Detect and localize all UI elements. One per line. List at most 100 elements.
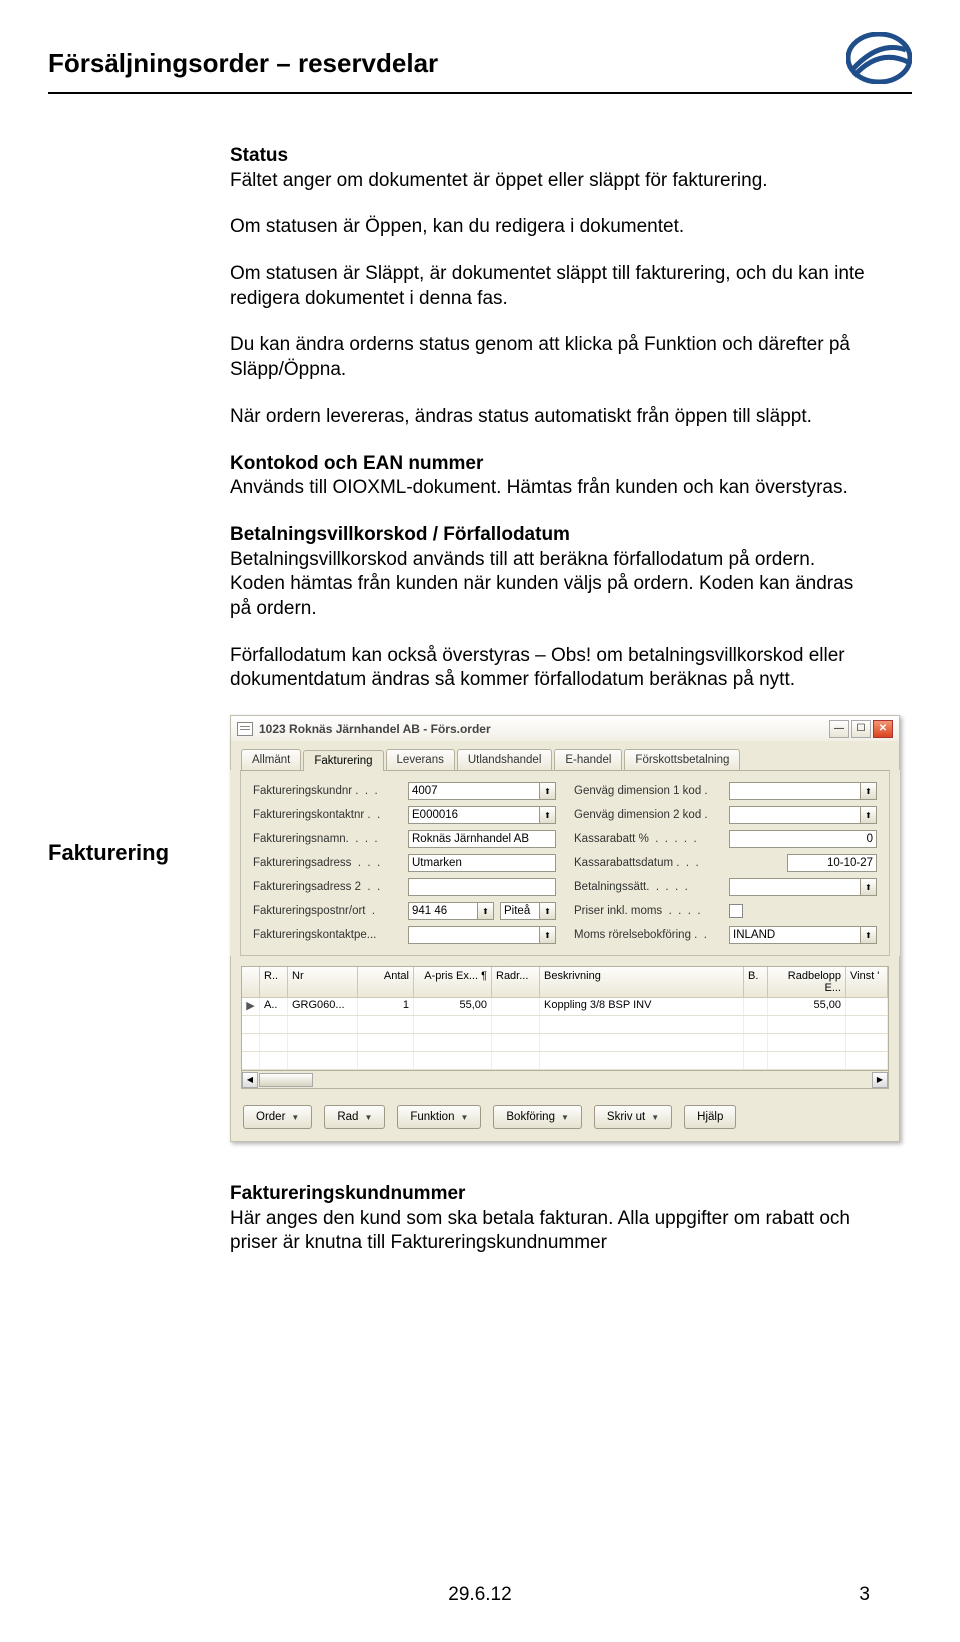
input-dim2[interactable] [729, 806, 861, 824]
lookup-icon[interactable]: ⬆ [861, 926, 877, 944]
tab-ehandel[interactable]: E-handel [554, 749, 622, 770]
chevron-down-icon: ▼ [291, 1113, 299, 1122]
chevron-down-icon: ▼ [460, 1113, 468, 1122]
col-nr[interactable]: Nr [288, 967, 358, 997]
chevron-down-icon: ▼ [364, 1113, 372, 1122]
funktion-button[interactable]: Funktion▼ [397, 1105, 481, 1129]
tab-utlandshandel[interactable]: Utlandshandel [457, 749, 553, 770]
input-faktureringskontaktpe[interactable] [408, 926, 540, 944]
heading-kontokod: Kontokod och EAN nummer [230, 453, 483, 474]
scroll-left-button[interactable]: ◀ [242, 1072, 258, 1088]
input-faktureringskontaktnr[interactable]: E000016 [408, 806, 540, 824]
col-beskrivning[interactable]: Beskrivning [540, 967, 744, 997]
chevron-down-icon: ▼ [651, 1113, 659, 1122]
close-button[interactable]: ✕ [873, 720, 893, 738]
body-text: Du kan ändra orderns status genom att kl… [230, 333, 870, 382]
input-postnr[interactable]: 941 46 [408, 902, 478, 920]
label-faktureringskontaktnr: Faktureringskontaktnr . . [253, 809, 408, 821]
lookup-icon[interactable]: ⬆ [540, 806, 556, 824]
label-dim1: Genväg dimension 1 kod . [574, 785, 729, 797]
page-title: Försäljningsorder – reservdelar [48, 48, 438, 79]
lookup-icon[interactable]: ⬆ [861, 878, 877, 896]
minimize-button[interactable]: ― [829, 720, 849, 738]
col-radbelopp[interactable]: Radbelopp E... [768, 967, 846, 997]
table-row[interactable] [242, 1034, 888, 1052]
cell[interactable] [846, 998, 888, 1015]
chevron-down-icon: ▼ [561, 1113, 569, 1122]
col-vinst[interactable]: Vinst ' [846, 967, 888, 997]
label-faktureringskontaktpe: Faktureringskontaktpe... [253, 929, 408, 941]
cell[interactable] [492, 998, 540, 1015]
lookup-icon[interactable]: ⬆ [540, 782, 556, 800]
skrivut-button[interactable]: Skriv ut▼ [594, 1105, 672, 1129]
body-text: Om statusen är Släppt, är dokumentet slä… [230, 262, 870, 311]
scroll-thumb[interactable] [259, 1073, 313, 1087]
label-dim2: Genväg dimension 2 kod . [574, 809, 729, 821]
cell[interactable]: 1 [358, 998, 414, 1015]
tab-leverans[interactable]: Leverans [386, 749, 455, 770]
body-text: När ordern levereras, ändras status auto… [230, 405, 870, 430]
col-radr[interactable]: Radr... [492, 967, 540, 997]
window-title: 1023 Roknäs Järnhandel AB - Förs.order [259, 722, 491, 736]
label-momsrorelse: Moms rörelsebokföring . . [574, 929, 729, 941]
body-text: Om statusen är Öppen, kan du redigera i … [230, 215, 870, 240]
tab-forskottsbetalning[interactable]: Förskottsbetalning [624, 749, 740, 770]
input-kassarabattsdatum[interactable]: 10-10-27 [787, 854, 877, 872]
lookup-icon[interactable]: ⬆ [478, 902, 494, 920]
body-text: Här anges den kund som ska betala faktur… [230, 1208, 850, 1254]
company-logo-icon [846, 32, 912, 84]
label-kassarabattsdatum: Kassarabattsdatum . . . [574, 857, 729, 869]
body-text: Används till OIOXML-dokument. Hämtas frå… [230, 477, 848, 498]
window-icon [237, 722, 253, 736]
maximize-button[interactable]: ☐ [851, 720, 871, 738]
cell[interactable] [744, 998, 768, 1015]
heading-betalningsvillkor: Betalningsvillkorskod / Förfallodatum [230, 524, 570, 545]
input-faktureringsadress2[interactable] [408, 878, 556, 896]
checkbox-prisermoms[interactable] [729, 904, 743, 918]
input-faktureringsnamn[interactable]: Roknäs Järnhandel AB [408, 830, 556, 848]
input-faktureringsadress[interactable]: Utmarken [408, 854, 556, 872]
input-kassarabatt[interactable]: 0 [729, 830, 877, 848]
order-button[interactable]: Order▼ [243, 1105, 312, 1129]
lookup-icon[interactable]: ⬆ [861, 806, 877, 824]
heading-status: Status [230, 145, 288, 166]
table-row[interactable]: ▶ A.. GRG060... 1 55,00 Koppling 3/8 BSP… [242, 998, 888, 1016]
heading-faktureringskundnummer: Faktureringskundnummer [230, 1183, 465, 1204]
label-kassarabatt: Kassarabatt % . . . . . [574, 833, 729, 845]
label-faktureringsadress2: Faktureringsadress 2 . . [253, 881, 408, 893]
col-r[interactable]: R.. [260, 967, 288, 997]
cell[interactable]: GRG060... [288, 998, 358, 1015]
rad-button[interactable]: Rad▼ [324, 1105, 385, 1129]
page-number: 3 [859, 1584, 870, 1606]
col-antal[interactable]: Antal [358, 967, 414, 997]
lookup-icon[interactable]: ⬆ [540, 902, 556, 920]
order-lines-grid: R.. Nr Antal A-pris Ex... ¶ Radr... Besk… [241, 966, 889, 1071]
col-selector[interactable] [242, 967, 260, 997]
body-text: Betalningsvillkorskod används till att b… [230, 549, 853, 619]
cell[interactable]: Koppling 3/8 BSP INV [540, 998, 744, 1015]
tab-fakturering[interactable]: Fakturering [303, 750, 383, 771]
app-window: 1023 Roknäs Järnhandel AB - Förs.order ―… [230, 715, 900, 1142]
input-dim1[interactable] [729, 782, 861, 800]
col-b[interactable]: B. [744, 967, 768, 997]
cell[interactable]: A.. [260, 998, 288, 1015]
label-prisermoms: Priser inkl. moms . . . . [574, 905, 729, 917]
input-betalningssatt[interactable] [729, 878, 861, 896]
scroll-right-button[interactable]: ▶ [872, 1072, 888, 1088]
input-ort[interactable]: Piteå [500, 902, 540, 920]
bokforing-button[interactable]: Bokföring▼ [493, 1105, 582, 1129]
lookup-icon[interactable]: ⬆ [861, 782, 877, 800]
label-faktureringskundnr: Faktureringskundnr . . . [253, 785, 408, 797]
input-momsrorelse[interactable]: INLAND [729, 926, 861, 944]
label-faktureringsnamn: Faktureringsnamn. . . . [253, 833, 408, 845]
cell[interactable]: 55,00 [768, 998, 846, 1015]
hjalp-button[interactable]: Hjälp [684, 1105, 736, 1129]
cell[interactable]: 55,00 [414, 998, 492, 1015]
input-faktureringskundnr[interactable]: 4007 [408, 782, 540, 800]
tab-allmant[interactable]: Allmänt [241, 749, 301, 770]
tab-bar: Allmänt Fakturering Leverans Utlandshand… [230, 741, 900, 770]
lookup-icon[interactable]: ⬆ [540, 926, 556, 944]
table-row[interactable] [242, 1016, 888, 1034]
col-apris[interactable]: A-pris Ex... ¶ [414, 967, 492, 997]
table-row[interactable] [242, 1052, 888, 1070]
